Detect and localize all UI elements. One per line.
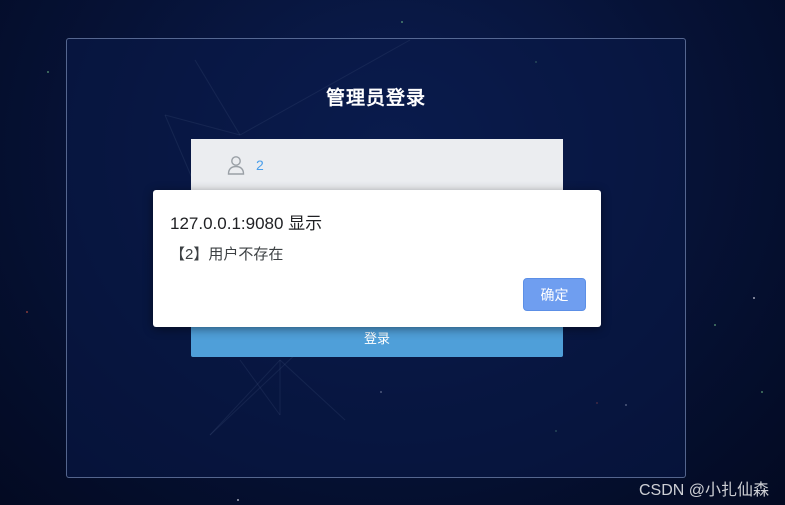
alert-title: 127.0.0.1:9080 显示: [170, 214, 323, 233]
login-title: 管理员登录: [325, 88, 426, 109]
watermark: CSDN @小扎仙森: [638, 482, 769, 499]
ok-button[interactable]: 确定: [523, 278, 586, 311]
username-value: 2: [256, 157, 264, 173]
user-icon: [227, 156, 245, 175]
username-field[interactable]: 2: [191, 139, 563, 191]
alert-dialog: 127.0.0.1:9080 显示 【2】用户不存在 确定: [153, 190, 601, 327]
alert-message: 【2】用户不存在: [170, 246, 284, 263]
